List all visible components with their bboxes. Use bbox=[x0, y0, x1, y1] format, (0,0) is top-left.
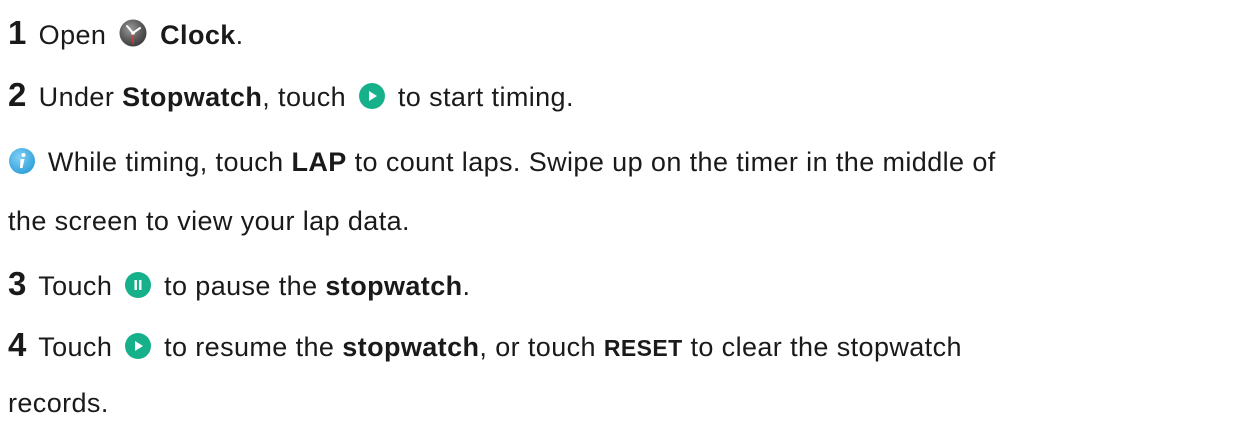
play-button-icon bbox=[358, 82, 386, 110]
tip-line-2: the screen to view your lap data. bbox=[8, 203, 410, 239]
clock-app-icon bbox=[118, 18, 148, 48]
step-number: 1 bbox=[8, 14, 27, 51]
feature-name: stopwatch bbox=[325, 271, 463, 301]
step-text: Touch bbox=[38, 271, 113, 301]
screen-name: Stopwatch bbox=[122, 82, 263, 112]
step-text: , touch bbox=[262, 82, 347, 112]
app-name: Clock bbox=[160, 20, 236, 50]
step-text: to pause the bbox=[164, 271, 318, 301]
pause-button-icon bbox=[124, 271, 152, 299]
step-number: 2 bbox=[8, 76, 27, 113]
step-number: 4 bbox=[8, 326, 27, 363]
reset-label: RESET bbox=[603, 335, 683, 361]
step-text: . bbox=[462, 271, 471, 301]
step-text: to start timing. bbox=[397, 82, 574, 112]
step-4-continued: records. bbox=[8, 385, 109, 421]
step-text: Open bbox=[38, 20, 107, 50]
step-text: to resume the bbox=[164, 332, 335, 362]
tip-text: to count laps. Swipe up on the timer in … bbox=[354, 147, 996, 177]
tip-text: the screen to view your lap data. bbox=[8, 206, 410, 236]
step-text: , or touch bbox=[479, 332, 596, 362]
step-text: . bbox=[235, 20, 244, 50]
feature-name: stopwatch bbox=[342, 332, 480, 362]
step-2: 2 Under Stopwatch, touch to start timing… bbox=[8, 77, 574, 115]
step-text: records. bbox=[8, 388, 109, 418]
step-text: Under bbox=[38, 82, 115, 112]
step-1: 1 Open Clock. bbox=[8, 15, 244, 53]
step-4: 4 Touch to resume the stopwatch, or touc… bbox=[8, 327, 962, 366]
step-text: to clear the stopwatch bbox=[690, 332, 962, 362]
step-text: Touch bbox=[38, 332, 113, 362]
step-3: 3 Touch to pause the stopwatch. bbox=[8, 266, 470, 304]
step-number: 3 bbox=[8, 265, 27, 302]
info-icon bbox=[8, 147, 36, 175]
play-button-icon bbox=[124, 332, 152, 360]
tip-line-1: While timing, touch LAP to count laps. S… bbox=[8, 144, 996, 180]
tip-text: While timing, touch bbox=[47, 147, 284, 177]
lap-label: LAP bbox=[291, 147, 347, 177]
